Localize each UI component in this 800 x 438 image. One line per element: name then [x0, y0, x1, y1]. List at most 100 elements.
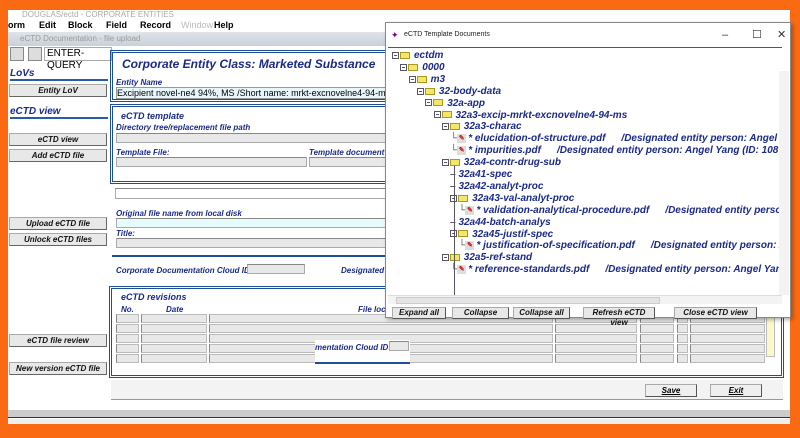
tree-folder[interactable]: 32a45-justif-spec	[450, 229, 553, 241]
revision-cell[interactable]	[555, 334, 637, 343]
save-button[interactable]: Save	[645, 384, 697, 397]
close-icon[interactable]: ✕	[777, 23, 786, 47]
template-file-field[interactable]	[116, 157, 307, 167]
directory-path-field[interactable]	[116, 133, 388, 143]
revision-cell[interactable]	[116, 344, 139, 353]
node-label: 32a43-val-analyt-proc	[472, 192, 575, 204]
title-field[interactable]	[116, 238, 388, 248]
collapse-toggle-icon[interactable]	[416, 87, 424, 95]
collapse-toggle-icon[interactable]	[441, 123, 449, 131]
template-document-field[interactable]	[309, 157, 388, 167]
menu-field[interactable]: Field	[106, 20, 127, 30]
tree-hscrollbar[interactable]	[388, 295, 782, 304]
menu-help[interactable]: Help	[214, 20, 234, 30]
revisions-scrollbar[interactable]	[766, 317, 775, 357]
menu-block[interactable]: Block	[68, 20, 93, 30]
revision-cell[interactable]	[690, 354, 765, 363]
tree-folder[interactable]: 32-body-data	[416, 86, 501, 98]
tree-folder[interactable]: – 32a42-analyt-proc	[450, 181, 543, 193]
cloud-id-field[interactable]	[247, 264, 305, 274]
tree-folder[interactable]: 32a3-charac	[441, 121, 522, 133]
maximize-icon[interactable]: ☐	[752, 23, 762, 47]
minimize-icon[interactable]: –	[722, 23, 728, 47]
collapse-toggle-icon[interactable]	[400, 63, 408, 71]
menu-record[interactable]: Record	[140, 20, 171, 30]
overlay-cloud-field[interactable]	[389, 341, 409, 351]
revision-cell[interactable]	[640, 334, 674, 343]
tree-folder[interactable]: 0000	[400, 62, 445, 74]
revision-cell[interactable]	[116, 354, 139, 363]
revision-cell[interactable]	[690, 324, 765, 333]
revision-cell[interactable]	[690, 334, 765, 343]
upload-ectd-file-button[interactable]: Upload eCTD file	[9, 217, 107, 230]
tree-vscrollbar[interactable]	[779, 71, 789, 295]
node-label: 32a-app	[447, 97, 485, 109]
close-ectd-view-button[interactable]: Close eCTD view	[674, 307, 757, 319]
tree-folder[interactable]: 32a43-val-analyt-proc	[450, 193, 574, 205]
tree-folder[interactable]: 32a-app	[425, 98, 485, 110]
node-label: 32a3-charac	[463, 121, 522, 133]
tree-file[interactable]: └ ✎ * validation-analytical-procedure.pdf /…	[458, 205, 782, 217]
add-ectd-file-button[interactable]: Add eCTD file	[9, 149, 107, 162]
revision-cell[interactable]	[640, 324, 674, 333]
menu-edit[interactable]: Edit	[39, 20, 56, 30]
revision-cell[interactable]	[116, 334, 139, 343]
tree-folder[interactable]: 32a3-excip-mrkt-excnovelne4-94-ms	[433, 110, 627, 122]
revision-cell[interactable]	[141, 354, 207, 363]
col-file-loc: File loc	[358, 305, 386, 314]
revision-cell[interactable]	[116, 314, 139, 323]
tree-folder[interactable]: 32a5-ref-stand	[441, 252, 532, 264]
exit-door-icon[interactable]	[10, 47, 24, 61]
collapse-toggle-icon[interactable]	[392, 51, 399, 59]
edit-pencil-icon[interactable]	[28, 47, 42, 61]
tree-folder[interactable]: ectdm	[392, 50, 443, 62]
tree-folder[interactable]: 32a4-contr-drug-sub	[441, 157, 561, 169]
revision-cell[interactable]	[209, 324, 553, 333]
ectd-file-review-button[interactable]: eCTD file review	[9, 334, 107, 347]
collapse-toggle-icon[interactable]	[425, 99, 433, 107]
revision-cell[interactable]	[141, 334, 207, 343]
revision-cell[interactable]	[555, 354, 637, 363]
revision-cell[interactable]	[141, 324, 207, 333]
revision-cell[interactable]	[690, 344, 765, 353]
tree-folder[interactable]: – 32a41-spec	[450, 169, 512, 181]
tree-folder[interactable]: m3	[408, 74, 445, 86]
tree-file[interactable]: └ ✎ * elucidation-of-structure.pdf/Designa…	[450, 133, 782, 145]
horizontal-scrollbar[interactable]	[8, 410, 790, 418]
folder-icon	[400, 51, 410, 59]
tree-file[interactable]: └ ✎ * justification-of-specification.pdf/D…	[458, 240, 782, 252]
node-label: 32a41-spec	[458, 169, 513, 180]
replacement-file-field[interactable]	[115, 188, 387, 199]
refresh-ectd-view-button[interactable]: Refresh eCTD view	[583, 307, 655, 327]
ectd-view-button[interactable]: eCTD view	[9, 133, 107, 146]
collapse-button[interactable]: Collapse	[452, 307, 509, 319]
revision-cell[interactable]	[677, 324, 688, 333]
revision-cell[interactable]	[116, 324, 139, 333]
entity-name-field[interactable]: Excipient novel-ne4 94%, MS /Short name:…	[116, 87, 388, 99]
menu-window[interactable]: Window	[181, 20, 213, 30]
tree-file[interactable]: └ ✎ * impurities.pdf/Designated entity per…	[450, 145, 782, 157]
revision-cell[interactable]	[677, 334, 688, 343]
revision-cell[interactable]	[640, 344, 674, 353]
revision-cell[interactable]	[677, 354, 688, 363]
menu-form[interactable]: orm	[8, 20, 25, 30]
collapse-toggle-icon[interactable]	[441, 254, 449, 262]
revision-cell[interactable]	[555, 344, 637, 353]
new-version-ectd-file-button[interactable]: New version eCTD file	[9, 362, 107, 375]
revision-cell[interactable]	[677, 344, 688, 353]
collapse-toggle-icon[interactable]	[441, 158, 449, 166]
tree-folder[interactable]: – 32a44-batch-analys	[450, 217, 551, 229]
collapse-all-button[interactable]: Collapse all	[513, 307, 570, 319]
tree-file[interactable]: └✎* reference-standards.pdf/Designated e…	[450, 264, 782, 276]
unlock-ectd-files-button[interactable]: Unlock eCTD files	[9, 233, 107, 246]
collapse-toggle-icon[interactable]	[433, 111, 441, 119]
collapse-toggle-icon[interactable]	[408, 75, 416, 83]
exit-button[interactable]: Exit	[710, 384, 762, 397]
hscroll-thumb[interactable]	[396, 297, 660, 304]
revision-cell[interactable]	[141, 344, 207, 353]
expand-all-button[interactable]: Expand all	[392, 307, 446, 319]
revision-cell[interactable]	[141, 314, 207, 323]
revision-cell[interactable]	[640, 354, 674, 363]
original-file-field[interactable]	[116, 218, 388, 228]
entity-lov-button[interactable]: Entity LoV	[9, 84, 107, 97]
